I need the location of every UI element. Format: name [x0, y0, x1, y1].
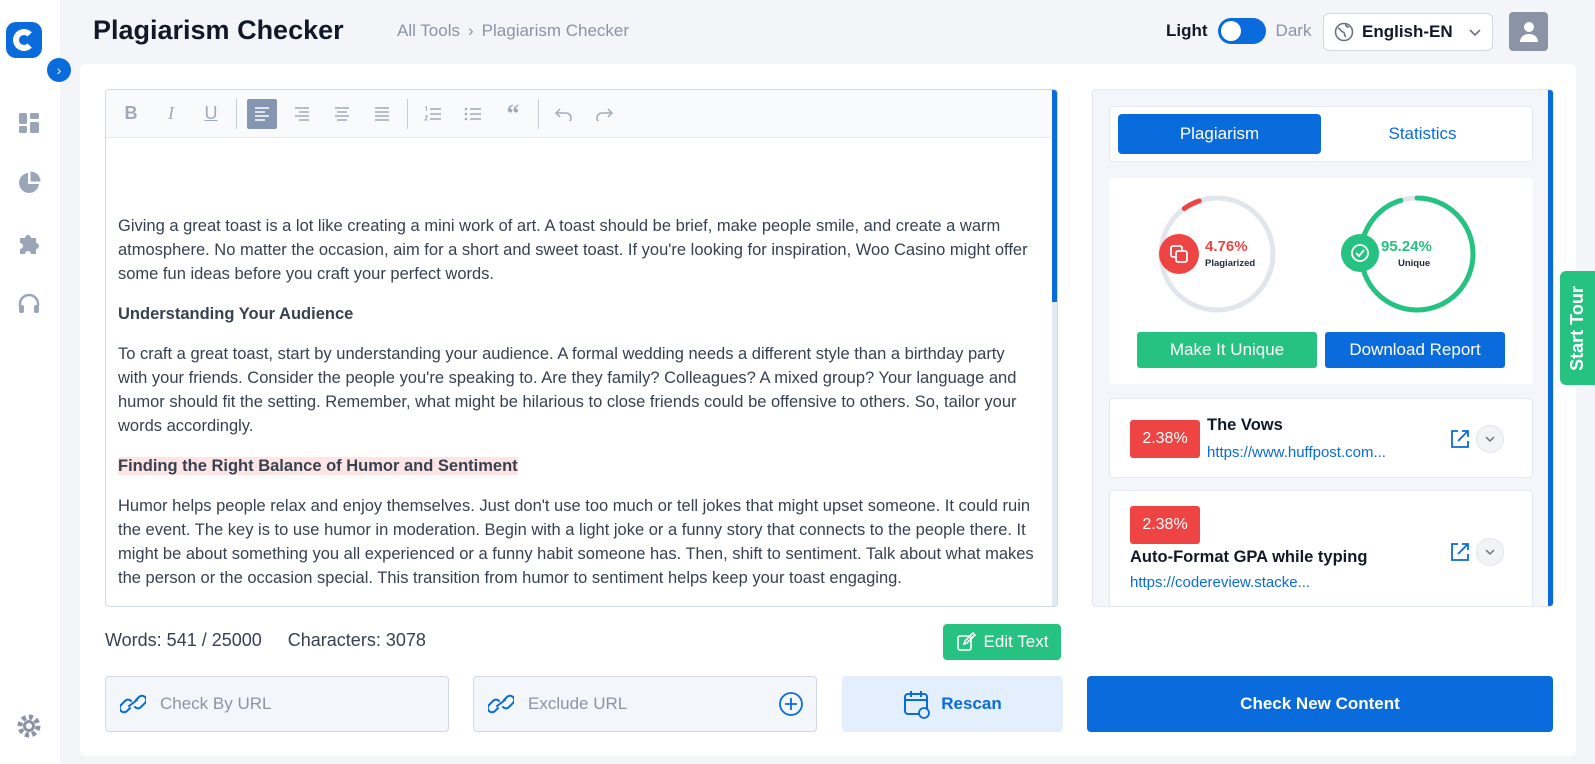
breadcrumb-all-tools[interactable]: All Tools	[397, 21, 460, 41]
heading-highlighted: Finding the Right Balance of Humor and S…	[118, 454, 1034, 478]
editor-content[interactable]: Giving a great toast is a lot like creat…	[106, 138, 1046, 590]
link-icon	[120, 694, 146, 714]
redo-icon[interactable]	[589, 99, 619, 129]
pie-chart-icon[interactable]	[15, 169, 43, 197]
sidebar	[0, 0, 60, 764]
sidebar-expand-button[interactable]: ›	[47, 58, 71, 82]
heading: Understanding Your Audience	[118, 305, 354, 323]
paragraph: To craft a great toast, start by underst…	[118, 345, 1017, 435]
check-circle-icon	[1341, 234, 1379, 272]
quote-icon[interactable]: “	[498, 99, 528, 129]
text-editor[interactable]: B I U “ Giving a great toast is a lot li…	[105, 89, 1058, 607]
match-percent-badge: 2.38%	[1130, 506, 1200, 544]
align-center-icon[interactable]	[327, 99, 357, 129]
italic-icon[interactable]: I	[156, 99, 186, 129]
bullet-list-icon[interactable]	[458, 99, 488, 129]
theme-light-label: Light	[1166, 21, 1208, 40]
external-link-icon[interactable]	[1449, 428, 1471, 450]
theme-switch: Light Dark	[1166, 18, 1311, 44]
language-select[interactable]: English-EN	[1323, 13, 1493, 51]
rescan-label: Rescan	[941, 694, 1002, 713]
word-count: Words: 541 / 25000	[105, 630, 262, 650]
align-justify-icon[interactable]	[367, 99, 397, 129]
source-item[interactable]: 2.38% The Vows https://www.huffpost.com.…	[1109, 398, 1533, 478]
editor-toolbar: B I U “	[106, 90, 1057, 138]
plagiarized-highlight[interactable]: Finding the Right Balance of Humor and S…	[118, 457, 518, 475]
check-url-placeholder: Check By URL	[160, 694, 272, 713]
edit-text-button[interactable]: Edit Text	[943, 624, 1061, 660]
ordered-list-icon[interactable]	[418, 99, 448, 129]
external-link-icon[interactable]	[1449, 541, 1471, 563]
breadcrumb: All Tools › Plagiarism Checker	[397, 21, 629, 41]
editor-scrollbar-track[interactable]	[1052, 302, 1057, 606]
language-value: English-EN	[1362, 22, 1453, 41]
start-tour-button[interactable]: Start Tour	[1560, 271, 1595, 385]
align-left-icon[interactable]	[247, 98, 277, 129]
unique-value: 95.24%	[1381, 238, 1432, 255]
results-scrollbar[interactable]	[1548, 90, 1553, 606]
theme-dark-label: Dark	[1275, 21, 1312, 40]
user-avatar[interactable]	[1509, 12, 1548, 51]
tab-statistics[interactable]: Statistics	[1321, 114, 1524, 154]
source-title: Auto-Format GPA while typing	[1130, 548, 1368, 566]
calendar-refresh-icon	[904, 691, 931, 719]
text-counts: Words: 541 / 25000 Characters: 3078	[105, 630, 426, 651]
expand-chevron-button[interactable]	[1476, 538, 1504, 566]
app-logo[interactable]	[6, 22, 42, 58]
headphones-icon[interactable]	[15, 290, 43, 318]
rescan-button[interactable]: Rescan	[842, 676, 1063, 732]
check-by-url-input[interactable]: Check By URL	[105, 676, 449, 732]
page-title: Plagiarism Checker	[93, 15, 344, 45]
dashboard-icon[interactable]	[15, 109, 43, 137]
link-icon	[488, 694, 514, 714]
source-item[interactable]: 2.38% Auto-Format GPA while typing https…	[1109, 490, 1533, 606]
download-report-button[interactable]: Download Report	[1325, 332, 1505, 368]
plagiarized-value: 4.76%	[1205, 238, 1248, 255]
check-new-label: Check New Content	[1240, 694, 1400, 713]
start-tour-label: Start Tour	[1567, 285, 1588, 371]
edit-text-label: Edit Text	[983, 632, 1049, 651]
chevron-down-icon	[1485, 549, 1495, 556]
exclude-url-input[interactable]: Exclude URL	[473, 676, 817, 732]
make-it-unique-button[interactable]: Make It Unique	[1137, 332, 1317, 368]
user-icon	[1519, 21, 1538, 42]
plagiarized-label: Plagiarized	[1205, 258, 1256, 269]
chevron-down-icon	[1485, 436, 1495, 443]
edit-icon	[956, 632, 976, 651]
source-url[interactable]: https://codereview.stacke...	[1130, 574, 1310, 591]
tab-plagiarism[interactable]: Plagiarism	[1118, 114, 1321, 154]
align-right-icon[interactable]	[287, 99, 317, 129]
underline-icon[interactable]: U	[196, 99, 226, 129]
score-card: 4.76% Plagiarized 95.24% Unique Make It …	[1109, 178, 1533, 384]
chevron-right-icon: ›	[56, 62, 62, 78]
add-circle-icon[interactable]	[778, 691, 804, 717]
unique-label: Unique	[1398, 258, 1431, 269]
editor-scrollbar-thumb[interactable]	[1052, 90, 1057, 302]
copy-icon	[1159, 234, 1199, 274]
match-percent-badge: 2.38%	[1130, 420, 1200, 458]
breadcrumb-current: Plagiarism Checker	[481, 21, 630, 40]
chevron-down-icon	[1469, 29, 1481, 37]
globe-icon	[1334, 22, 1354, 42]
character-count: Characters: 3078	[287, 630, 426, 650]
bold-icon[interactable]: B	[116, 99, 146, 129]
exclude-url-placeholder: Exclude URL	[528, 694, 628, 713]
paragraph: Giving a great toast is a lot like creat…	[118, 217, 1028, 283]
source-url[interactable]: https://www.huffpost.com...	[1207, 444, 1386, 461]
theme-toggle[interactable]	[1217, 18, 1266, 44]
source-title: The Vows	[1207, 416, 1283, 434]
expand-chevron-button[interactable]	[1476, 425, 1504, 453]
results-panel: Plagiarism Statistics 4.76% Plagiarized …	[1092, 89, 1554, 607]
results-tabs: Plagiarism Statistics	[1109, 106, 1533, 162]
puzzle-icon[interactable]	[15, 230, 43, 258]
chevron-right-icon: ›	[468, 21, 474, 40]
undo-icon[interactable]	[549, 99, 579, 129]
check-new-content-button[interactable]: Check New Content	[1087, 676, 1553, 732]
paragraph: Humor helps people relax and enjoy thems…	[118, 497, 1034, 587]
settings-gear-icon[interactable]	[15, 712, 43, 740]
